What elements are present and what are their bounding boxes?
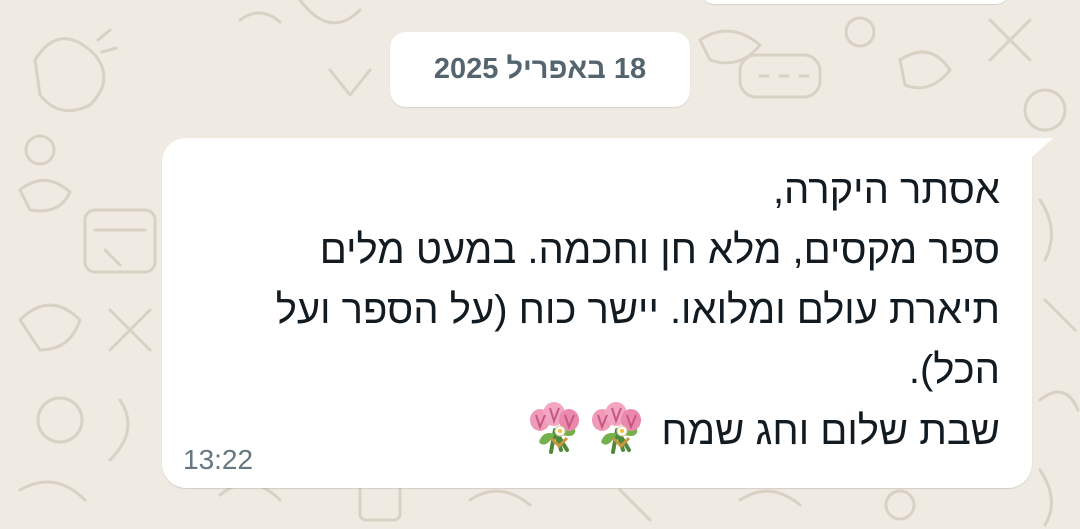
message-bubble-tail [1031, 138, 1053, 158]
date-divider: 18 באפריל 2025 [390, 32, 690, 107]
message-line: ספר מקסים, מלא חן וחכמה. במעט מלים [319, 228, 1000, 272]
message-line: אסתר היקרה, [772, 168, 1000, 212]
message-line-last: שבת שלום וחג שמח [140, 400, 1000, 461]
message-line: הכל). [908, 348, 1000, 392]
message-timestamp: 13:22 [183, 444, 254, 475]
message-line: תיארת עולם ומלואו. יישר כוח (על הספר ועל [275, 288, 1000, 332]
message-line: שבת שלום וחג שמח [661, 409, 1000, 453]
bouquet-icon [530, 402, 580, 454]
bouquet-icon [592, 402, 642, 454]
previous-message-bubble-edge [700, 0, 1010, 4]
message-text: אסתר היקרה, ספר מקסים, מלא חן וחכמה. במע… [140, 160, 1000, 461]
